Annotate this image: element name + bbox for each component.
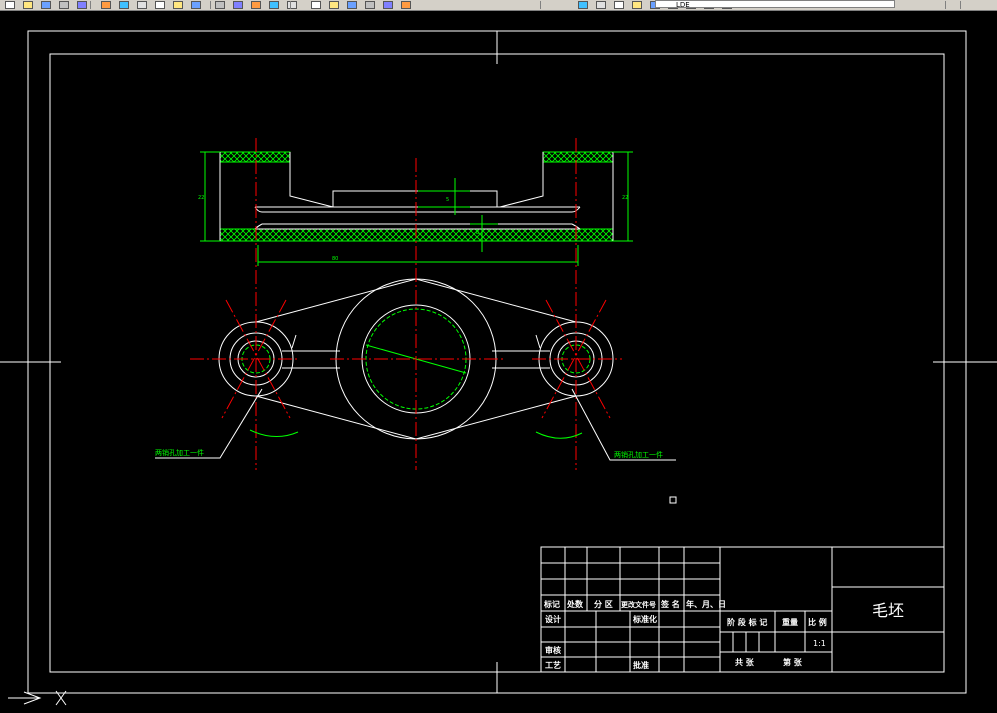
label-process: 工艺 — [545, 660, 561, 670]
scale-value: 1:1 — [813, 639, 826, 648]
redo-icon[interactable] — [188, 0, 202, 9]
label-design: 设计 — [545, 614, 561, 624]
markup-icon[interactable] — [362, 0, 376, 9]
rev-header-2: 分 区 — [594, 599, 613, 609]
toolbar-separator — [540, 1, 541, 9]
layer-state-icon[interactable] — [593, 0, 607, 9]
undo-icon[interactable] — [170, 0, 184, 9]
properties-icon[interactable] — [284, 0, 298, 9]
layer-value: LDE — [676, 1, 690, 9]
grip-point[interactable] — [669, 496, 677, 504]
calculator-icon[interactable] — [380, 0, 394, 9]
label-standardize: 标准化 — [632, 614, 657, 624]
standard-toolbar: LDE — [0, 0, 997, 11]
centering-marks — [0, 31, 997, 693]
dim-overall: 80 — [332, 256, 338, 262]
rev-header-0: 标记 — [543, 599, 560, 609]
drawing-name: 毛坯 — [872, 601, 904, 620]
title-block-text: 标记 处数 分 区 更改文件号 签 名 年、月、日 设计 标准化 审核 工艺 批… — [543, 599, 904, 670]
designcenter-icon[interactable] — [308, 0, 322, 9]
toolbar-separator — [960, 1, 961, 9]
rev-header-5: 年、月、日 — [686, 599, 726, 609]
label-weight: 重量 — [782, 617, 798, 627]
outer-border — [27, 30, 967, 694]
dim-step: 5 — [446, 197, 449, 203]
save-icon[interactable] — [38, 0, 52, 9]
open-icon[interactable] — [20, 0, 34, 9]
drawing-canvas[interactable]: 22 22 80 5 8 两销孔加工一件 两销孔加工一件 标记 处数 分 区 更… — [0, 11, 997, 713]
help-icon[interactable] — [398, 0, 412, 9]
dim-thick: 8 — [476, 230, 479, 236]
note-right: 两销孔加工一件 — [614, 450, 663, 459]
matchprop-icon[interactable] — [152, 0, 166, 9]
dim-height-left: 22 — [198, 195, 204, 201]
toolpalette-icon[interactable] — [326, 0, 340, 9]
new-icon[interactable] — [2, 0, 16, 9]
label-stage-mark: 阶 段 标 记 — [727, 617, 767, 627]
zoom-window-icon[interactable] — [248, 0, 262, 9]
toolbar-separator — [90, 1, 91, 9]
zoom-previous-icon[interactable] — [266, 0, 280, 9]
toolbar-separator — [210, 1, 211, 9]
copy-icon[interactable] — [116, 0, 130, 9]
rev-header-1: 处数 — [566, 599, 584, 609]
center-lines — [190, 138, 622, 470]
toolbar-separator — [945, 1, 946, 9]
label-review: 审核 — [545, 645, 561, 655]
pan-icon[interactable] — [212, 0, 226, 9]
label-scale: 比 例 — [808, 617, 827, 627]
cut-icon[interactable] — [98, 0, 112, 9]
layer-freeze-icon[interactable] — [629, 0, 643, 9]
note-left: 两销孔加工一件 — [155, 448, 204, 457]
inner-border — [49, 53, 945, 673]
dim-height-right: 22 — [622, 195, 628, 201]
layer-dropdown[interactable]: LDE — [655, 0, 895, 9]
label-approve: 批准 — [633, 660, 649, 670]
print-icon[interactable] — [56, 0, 70, 9]
rev-header-4: 签 名 — [660, 599, 680, 609]
paste-icon[interactable] — [134, 0, 148, 9]
sheets-total: 共 张 — [735, 657, 755, 667]
layer-manager-icon[interactable] — [575, 0, 589, 9]
zoom-realtime-icon[interactable] — [230, 0, 244, 9]
preview-icon[interactable] — [74, 0, 88, 9]
rev-header-3: 更改文件号 — [621, 600, 656, 609]
sheet-number: 第 张 — [783, 657, 803, 667]
sheetset-icon[interactable] — [344, 0, 358, 9]
layer-on-icon[interactable] — [611, 0, 625, 9]
toolbar-separator — [290, 1, 291, 9]
